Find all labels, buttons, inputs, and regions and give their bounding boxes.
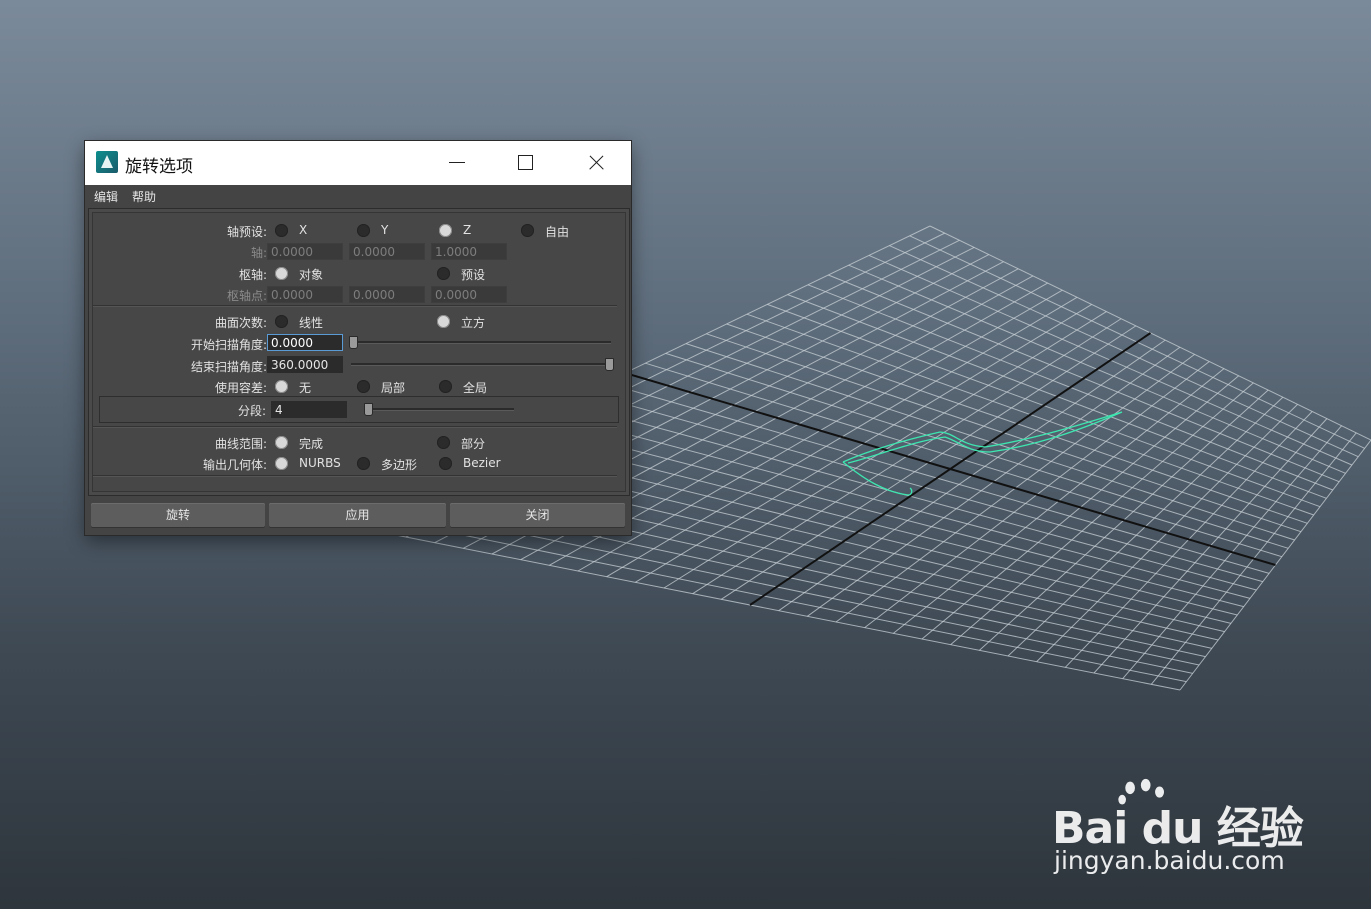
axis-preset-label: 轴预设: [226,225,267,239]
pivot-object-radio[interactable] [275,267,288,280]
axis-x-field[interactable]: 0.0000 [267,243,343,260]
separator [93,426,617,427]
use-tolerance-label: 使用容差: [214,381,267,395]
tolerance-global-radio[interactable] [439,380,452,393]
end-sweep-label: 结束扫描角度: [190,360,267,374]
options-panel-inner: 轴预设: X Y Z 自由 轴: 0.0000 0.0000 1.0000 枢轴… [92,212,626,492]
surface-degree-label: 曲面次数: [214,316,267,330]
separator [93,305,617,306]
pivot-point-x-field[interactable]: 0.0000 [267,286,343,303]
apply-button[interactable]: 应用 [269,503,446,527]
curve-range-label: 曲线范围: [214,437,267,451]
menu-edit[interactable]: 编辑 [94,188,118,205]
surface-degree-linear-label: 线性 [299,316,324,330]
output-nurbs-label: NURBS [299,456,341,470]
axis-preset-y-label: Y [381,223,389,237]
output-bezier-label: Bezier [463,456,501,470]
start-sweep-slider-track[interactable] [351,341,611,344]
curve-range-complete-label: 完成 [299,437,324,451]
output-nurbs-radio[interactable] [275,457,288,470]
end-sweep-slider-thumb[interactable] [605,358,614,371]
maya-app-icon [96,151,118,173]
start-sweep-slider-thumb[interactable] [349,336,358,349]
tolerance-none-label: 无 [299,381,312,395]
axis-preset-x-radio[interactable] [275,224,288,237]
axis-preset-x-label: X [299,223,308,237]
start-sweep-label: 开始扫描角度: [190,338,267,352]
pivot-object-label: 对象 [299,268,324,282]
revolve-options-dialog: 旋转选项 编辑 帮助 轴预设: X Y Z 自由 轴: 0.0000 0.000… [85,141,631,535]
output-polygon-label: 多边形 [381,458,418,472]
close-button[interactable]: 关闭 [450,503,625,527]
pivot-point-y-field[interactable]: 0.0000 [349,286,425,303]
menu-bar: 编辑 帮助 [85,185,631,207]
output-polygon-radio[interactable] [357,457,370,470]
axis-preset-free-radio[interactable] [521,224,534,237]
maximize-button[interactable] [510,149,540,177]
segments-field[interactable]: 4 [271,401,347,418]
options-panel: 轴预设: X Y Z 自由 轴: 0.0000 0.0000 1.0000 枢轴… [88,208,630,496]
curve-range-partial-radio[interactable] [437,436,450,449]
output-bezier-radio[interactable] [439,457,452,470]
tolerance-none-radio[interactable] [275,380,288,393]
tolerance-local-label: 局部 [381,381,406,395]
axis-preset-z-label: Z [463,223,472,237]
pivot-point-label: 枢轴点: [226,289,267,303]
segments-group: 分段: 4 [99,396,619,423]
pivot-point-z-field[interactable]: 0.0000 [431,286,507,303]
curve-range-complete-radio[interactable] [275,436,288,449]
segments-slider-track[interactable] [364,408,514,411]
dialog-title: 旋转选项 [125,157,193,177]
segments-slider-thumb[interactable] [364,403,373,416]
axis-preset-z-radio[interactable] [439,224,452,237]
tolerance-local-radio[interactable] [357,380,370,393]
surface-degree-cubic-radio[interactable] [437,315,450,328]
surface-degree-linear-radio[interactable] [275,315,288,328]
surface-degree-cubic-label: 立方 [461,316,486,330]
segments-label: 分段: [237,404,266,418]
end-sweep-field[interactable]: 360.0000 [267,356,343,373]
axis-y-field[interactable]: 0.0000 [349,243,425,260]
minimize-button[interactable] [442,149,472,177]
revolve-button[interactable]: 旋转 [91,503,265,527]
axis-label: 轴: [250,246,267,260]
axis-preset-free-label: 自由 [545,225,570,239]
output-geometry-label: 输出几何体: [202,458,267,472]
profile-curve[interactable] [842,411,1123,496]
pivot-label: 枢轴: [238,268,267,282]
menu-help[interactable]: 帮助 [132,188,156,205]
end-sweep-slider-track[interactable] [351,363,611,366]
axis-z-field[interactable]: 1.0000 [431,243,507,260]
pivot-preset-label: 预设 [461,268,486,282]
axis-preset-y-radio[interactable] [357,224,370,237]
title-bar[interactable]: 旋转选项 [85,141,631,185]
close-window-button[interactable] [581,149,611,177]
start-sweep-field[interactable]: 0.0000 [267,334,343,351]
tolerance-global-label: 全局 [463,381,488,395]
watermark-url: jingyan.baidu.com [1054,846,1285,875]
pivot-preset-radio[interactable] [437,267,450,280]
separator [93,475,617,476]
curve-range-partial-label: 部分 [461,437,486,451]
